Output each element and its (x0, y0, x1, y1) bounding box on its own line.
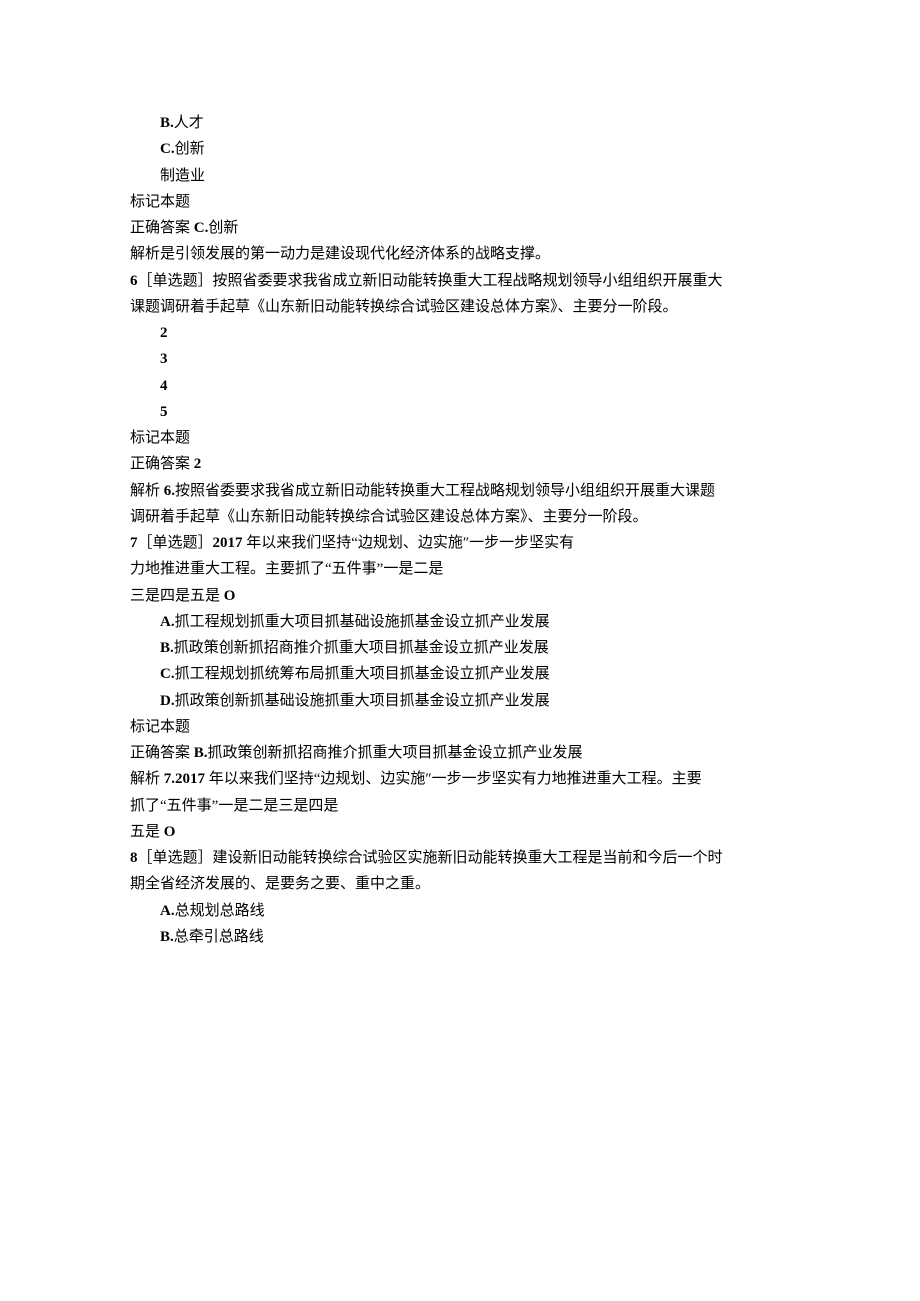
q5-option-d: 制造业 (130, 163, 790, 189)
option-text: 抓工程规划抓统筹布局抓重大项目抓基金设立抓产业发展 (175, 666, 550, 682)
stem-text: 建设新旧动能转换综合试验区实施新旧动能转换重大工程是当前和今后一个时 (213, 850, 723, 866)
analysis-part-b: O (164, 824, 176, 840)
q7-option-c: C.抓工程规划抓统筹布局抓重大项目抓基金设立抓产业发展 (130, 661, 790, 687)
q6-mark-label: 标记本题 (130, 425, 790, 451)
correct-value: 2 (194, 456, 202, 472)
q7-analysis-line3: 五是 O (130, 819, 790, 845)
question-type: ［单选题］ (138, 850, 213, 866)
option-prefix: C. (160, 141, 175, 157)
q7-option-d: D.抓政策创新抓基础设施抓重大项目抓基金设立抓产业发展 (130, 688, 790, 714)
q8-stem-line1: 8［单选题］建设新旧动能转换综合试验区实施新旧动能转换重大工程是当前和今后一个时 (130, 845, 790, 871)
correct-option-text: 创新 (208, 220, 238, 236)
year: 2017 (213, 535, 247, 551)
analysis-prefix: 解析 (130, 771, 164, 787)
q7-stem-line2: 力地推进重大工程。主要抓了“五件事”一是二是 (130, 556, 790, 582)
q5-option-c: C.创新 (130, 136, 790, 162)
correct-prefix: 正确答案 (130, 745, 194, 761)
correct-option-text: 抓政策创新抓招商推介抓重大项目抓基金设立抓产业发展 (208, 745, 583, 761)
correct-prefix: 正确答案 (130, 456, 194, 472)
option-prefix: B. (160, 640, 174, 656)
q6-stem-line1: 6［单选题］按照省委要求我省成立新旧动能转换重大工程战略规划领导小组组织开展重大 (130, 268, 790, 294)
stem-part-a: 三是四是五是 (130, 588, 224, 604)
option-prefix: A. (160, 614, 175, 630)
option-prefix: C. (160, 666, 175, 682)
option-text: 3 (160, 351, 168, 367)
option-prefix: A. (160, 903, 175, 919)
option-text: 抓政策创新抓招商推介抓重大项目抓基金设立抓产业发展 (174, 640, 549, 656)
q5-option-b: B.人才 (130, 110, 790, 136)
question-number: 7 (130, 535, 138, 551)
q6-stem-line2: 课题调研着手起草《山东新旧动能转换综合试验区建设总体方案》、主要分一阶段。 (130, 294, 790, 320)
correct-prefix: 正确答案 (130, 220, 194, 236)
q6-option-b: 3 (130, 346, 790, 372)
question-number: 6 (130, 273, 138, 289)
option-text: 5 (160, 404, 168, 420)
stem-text: 年以来我们坚持“边规划、边实施″一步一步坚实有 (246, 535, 574, 551)
option-text: 总牵引总路线 (174, 929, 264, 945)
q7-correct-answer: 正确答案 B.抓政策创新抓招商推介抓重大项目抓基金设立抓产业发展 (130, 740, 790, 766)
q6-analysis-line2: 调研着手起草《山东新旧动能转换综合试验区建设总体方案》、主要分一阶段。 (130, 504, 790, 530)
q8-option-a: A.总规划总路线 (130, 898, 790, 924)
q5-mark-label: 标记本题 (130, 189, 790, 215)
option-prefix: B. (160, 115, 174, 131)
document-page: B.人才 C.创新 制造业 标记本题 正确答案 C.创新 解析是引领发展的第一动… (0, 0, 920, 1301)
q6-option-a: 2 (130, 320, 790, 346)
q6-analysis-line1: 解析 6.按照省委要求我省成立新旧动能转换重大工程战略规划领导小组组织开展重大课… (130, 478, 790, 504)
analysis-text: 按照省委要求我省成立新旧动能转换重大工程战略规划领导小组组织开展重大课题 (175, 483, 715, 499)
q6-correct-answer: 正确答案 2 (130, 451, 790, 477)
stem-part-b: O (224, 588, 236, 604)
analysis-part-a: 五是 (130, 824, 164, 840)
analysis-num: 6. (164, 483, 175, 499)
q6-option-c: 4 (130, 373, 790, 399)
q8-stem-line2: 期全省经济发展的、是要务之要、重中之重。 (130, 871, 790, 897)
option-text: 抓工程规划抓重大项目抓基础设施抓基金设立抓产业发展 (175, 614, 550, 630)
option-text: 总规划总路线 (175, 903, 265, 919)
option-text: 4 (160, 378, 168, 394)
question-type: ［单选题］ (138, 535, 213, 551)
q7-analysis-line1: 解析 7.2017 年以来我们坚持“边规划、边实施″一步一步坚实有力地推进重大工… (130, 766, 790, 792)
analysis-prefix: 解析 (130, 483, 164, 499)
q7-option-a: A.抓工程规划抓重大项目抓基础设施抓基金设立抓产业发展 (130, 609, 790, 635)
option-prefix: D. (160, 693, 175, 709)
correct-option-prefix: B. (194, 745, 208, 761)
q5-analysis: 解析是引领发展的第一动力是建设现代化经济体系的战略支撑。 (130, 241, 790, 267)
q7-stem-line3: 三是四是五是 O (130, 583, 790, 609)
option-prefix: B. (160, 929, 174, 945)
q7-stem-line1: 7［单选题］2017 年以来我们坚持“边规划、边实施″一步一步坚实有 (130, 530, 790, 556)
analysis-num: 7.2017 (164, 771, 209, 787)
option-text: 制造业 (160, 168, 205, 184)
q5-correct-answer: 正确答案 C.创新 (130, 215, 790, 241)
option-text: 创新 (175, 141, 205, 157)
q8-option-b: B.总牵引总路线 (130, 924, 790, 950)
option-text: 抓政策创新抓基础设施抓重大项目抓基金设立抓产业发展 (175, 693, 550, 709)
q7-analysis-line2: 抓了“五件事”一是二是三是四是 (130, 793, 790, 819)
q7-mark-label: 标记本题 (130, 714, 790, 740)
question-type: ［单选题］ (138, 273, 213, 289)
correct-option-prefix: C. (194, 220, 209, 236)
q7-option-b: B.抓政策创新抓招商推介抓重大项目抓基金设立抓产业发展 (130, 635, 790, 661)
stem-text: 按照省委要求我省成立新旧动能转换重大工程战略规划领导小组组织开展重大 (213, 273, 723, 289)
analysis-text: 年以来我们坚持“边规划、边实施″一步一步坚实有力地推进重大工程。主要 (209, 771, 702, 787)
question-number: 8 (130, 850, 138, 866)
option-text: 2 (160, 325, 168, 341)
q6-option-d: 5 (130, 399, 790, 425)
option-text: 人才 (174, 115, 204, 131)
